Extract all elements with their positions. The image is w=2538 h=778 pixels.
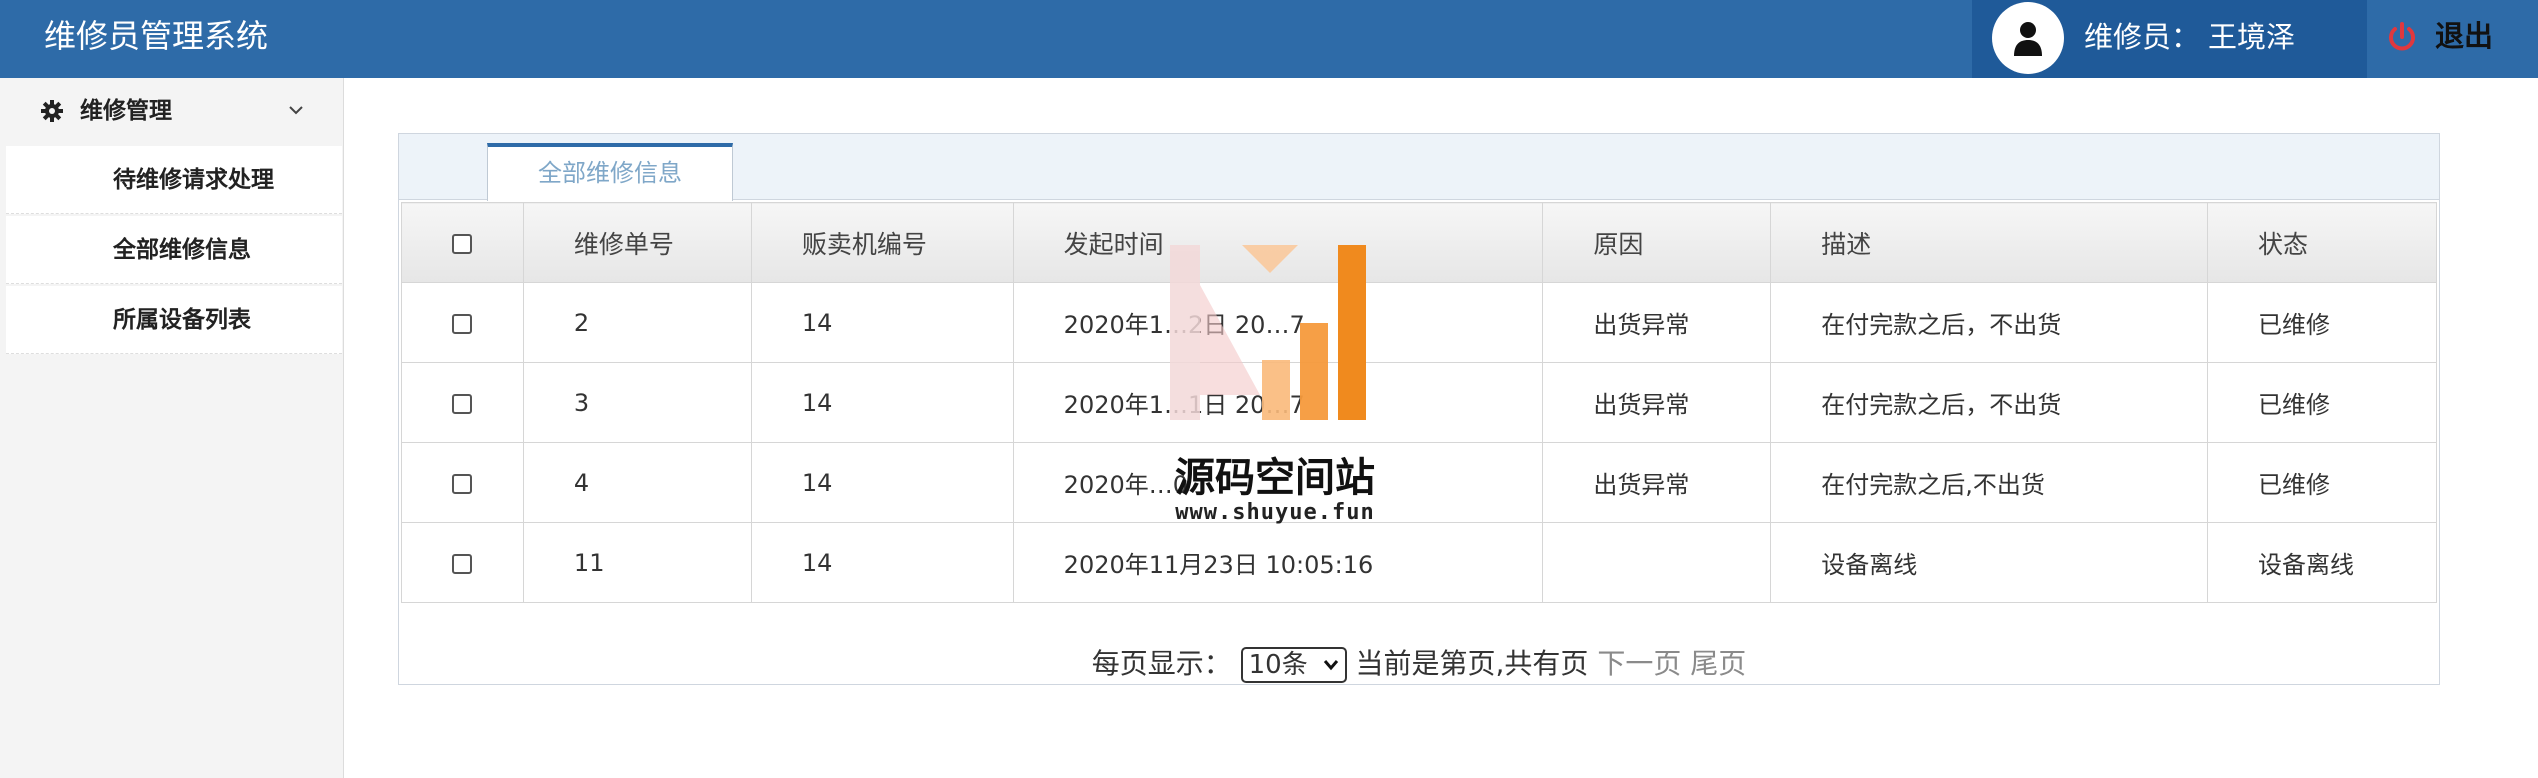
cell-id: 4 (522, 442, 752, 523)
table-row[interactable]: 11 14 2020年11月23日 10:05:16 设备离线 设备离线 (401, 522, 2437, 603)
cell-time: 2020年1…1日 20…7 (1012, 362, 1544, 443)
table-row[interactable]: 3 14 2020年1…1日 20…7 出货异常 在付完款之后，不出货 已维修 (401, 362, 2437, 443)
user-role-label: 维修员： (2084, 20, 2201, 54)
cell-time: 2020年…0 (1012, 442, 1544, 523)
top-header: 维修员管理系统 维修员： 王境泽 退出 (0, 0, 2538, 78)
cell-machine: 14 (750, 282, 1014, 363)
col-header-machine[interactable]: 贩卖机编号 (750, 202, 1014, 283)
logout-label: 退出 (2435, 19, 2494, 53)
row-select-cell (401, 522, 524, 603)
row-select-cell (401, 442, 524, 523)
cell-status: 已维修 (2207, 282, 2437, 363)
cell-id: 2 (522, 282, 752, 363)
cell-time: 2020年11月23日 10:05:16 (1012, 522, 1544, 603)
menu-group-title: 维修管理 (80, 98, 172, 124)
row-checkbox[interactable] (452, 313, 473, 334)
page-status-text: 当前是第页,共有页 (1355, 647, 1589, 680)
pagination: 每页显示： 10条 当前是第页,共有页 下一页 尾页 (399, 642, 2439, 683)
cell-desc: 在付完款之后,不出货 (1770, 442, 2209, 523)
sidebar-item-all-repairs[interactable]: 全部维修信息 (6, 216, 342, 284)
power-icon (2389, 22, 2415, 51)
cell-machine: 14 (750, 522, 1014, 603)
cell-status: 已维修 (2207, 362, 2437, 443)
table-header-row: 维修单号 贩卖机编号 发起时间 原因 描述 状态 (401, 202, 2437, 283)
next-page-link[interactable]: 下一页 (1597, 647, 1681, 680)
main-panel: 全部维修信息 维修单号 贩卖机编号 发起时间 原因 描述 状态 2 14 202… (398, 133, 2440, 685)
cell-machine: 14 (750, 362, 1014, 443)
cell-id: 11 (522, 522, 752, 603)
avatar[interactable] (1992, 2, 2064, 74)
select-all-checkbox[interactable] (452, 234, 473, 254)
tab-all-repairs[interactable]: 全部维修信息 (487, 143, 733, 201)
row-select-cell (401, 362, 524, 443)
row-checkbox[interactable] (452, 393, 473, 414)
cell-reason: 出货异常 (1542, 362, 1772, 443)
table-row[interactable]: 4 14 2020年…0 出货异常 在付完款之后,不出货 已维修 (401, 442, 2437, 523)
user-icon (2014, 22, 2042, 56)
cell-reason: 出货异常 (1542, 282, 1772, 363)
cell-reason (1542, 522, 1772, 603)
cell-id: 3 (522, 362, 752, 443)
per-page-label: 每页显示： (1091, 647, 1232, 680)
per-page-value: 10条 (1248, 650, 1308, 680)
cell-status: 已维修 (2207, 442, 2437, 523)
sidebar-item-device-list[interactable]: 所属设备列表 (6, 286, 342, 354)
cell-machine: 14 (750, 442, 1014, 523)
user-info: 维修员： 王境泽 (1972, 0, 2367, 78)
row-select-cell (401, 282, 524, 363)
sidebar: 维修管理 待维修请求处理 全部维修信息 所属设备列表 (0, 78, 344, 778)
per-page-select[interactable]: 10条 (1240, 647, 1347, 683)
col-header-desc[interactable]: 描述 (1770, 202, 2209, 283)
sidebar-item-pending-requests[interactable]: 待维修请求处理 (6, 146, 342, 214)
app-title: 维修员管理系统 (44, 17, 269, 55)
logout-button[interactable]: 退出 (2367, 0, 2538, 78)
col-header-time[interactable]: 发起时间 (1012, 202, 1544, 283)
cell-status: 设备离线 (2207, 522, 2437, 603)
user-name: 王境泽 (2208, 20, 2296, 54)
tab-bar: 全部维修信息 (399, 134, 2439, 201)
col-header-id[interactable]: 维修单号 (522, 202, 752, 283)
cell-reason: 出货异常 (1542, 442, 1772, 523)
cell-desc: 在付完款之后，不出货 (1770, 282, 2209, 363)
cell-desc: 设备离线 (1770, 522, 2209, 603)
repair-table: 维修单号 贩卖机编号 发起时间 原因 描述 状态 2 14 2020年1…2日 … (401, 202, 2437, 603)
table-row[interactable]: 2 14 2020年1…2日 20…7 出货异常 在付完款之后，不出货 已维修 (401, 282, 2437, 363)
col-header-status[interactable]: 状态 (2207, 202, 2437, 283)
chevron-down-icon (289, 106, 303, 115)
chevron-down-icon (1323, 660, 1338, 671)
menu-group-repair[interactable]: 维修管理 (0, 78, 343, 146)
col-header-reason[interactable]: 原因 (1542, 202, 1772, 283)
cell-desc: 在付完款之后，不出货 (1770, 362, 2209, 443)
cell-time: 2020年1…2日 20…7 (1012, 282, 1544, 363)
select-all-cell (401, 202, 524, 283)
row-checkbox[interactable] (452, 473, 473, 494)
gear-icon (41, 100, 63, 122)
row-checkbox[interactable] (452, 553, 473, 574)
last-page-link[interactable]: 尾页 (1690, 647, 1746, 680)
